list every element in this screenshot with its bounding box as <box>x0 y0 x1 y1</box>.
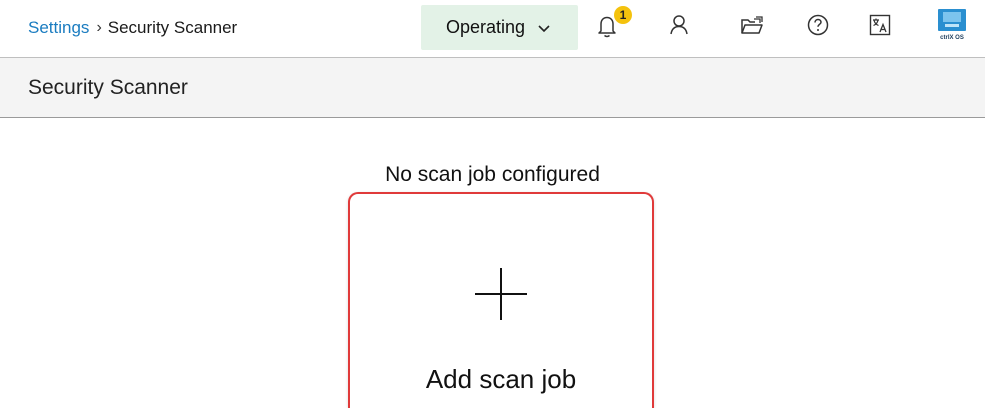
breadcrumb-settings-link[interactable]: Settings <box>28 18 89 38</box>
page-header: Security Scanner <box>0 58 985 117</box>
folder-icon[interactable] <box>738 11 766 39</box>
operating-state-dropdown[interactable]: Operating <box>421 5 578 50</box>
user-icon[interactable] <box>665 11 693 39</box>
breadcrumb: Settings › Security Scanner <box>28 18 237 38</box>
ctrlx-os-logo-icon[interactable]: ctrlX OS <box>936 8 968 42</box>
page-header-divider <box>0 117 985 118</box>
empty-state-message: No scan job configured <box>385 163 600 186</box>
top-bar: Settings › Security Scanner Operating 1 <box>0 0 985 57</box>
chevron-down-icon <box>535 19 553 37</box>
translate-icon[interactable] <box>866 11 894 39</box>
ctrlx-os-logo-text: ctrlX OS <box>940 35 964 41</box>
help-icon[interactable] <box>804 11 832 39</box>
notification-badge: 1 <box>614 6 632 24</box>
add-scan-job-button[interactable]: Add scan job <box>348 192 654 408</box>
add-scan-job-label: Add scan job <box>425 364 577 394</box>
operating-state-label: Operating <box>445 17 526 37</box>
page-title: Security Scanner <box>28 76 188 99</box>
breadcrumb-separator: › <box>96 19 102 36</box>
breadcrumb-current: Security Scanner <box>107 18 238 37</box>
plus-icon <box>473 266 529 322</box>
